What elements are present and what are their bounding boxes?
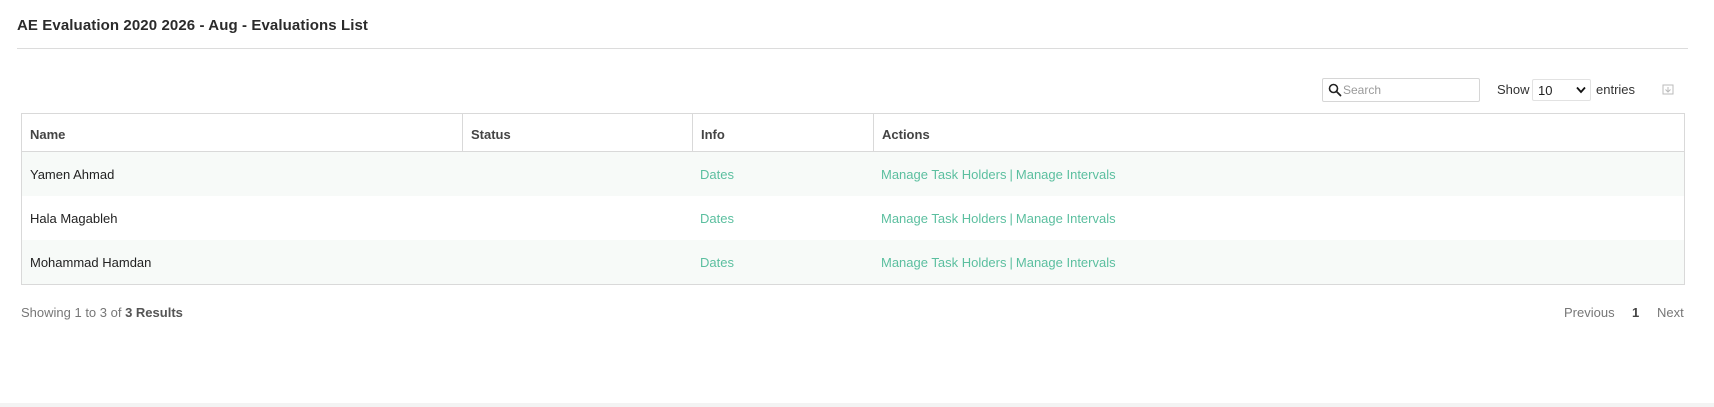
cell-status xyxy=(462,152,692,196)
evaluations-table: Name Status Info Actions Yamen Ahmad Dat… xyxy=(21,113,1685,285)
page-size-select[interactable]: 10 xyxy=(1532,79,1591,101)
search-box[interactable] xyxy=(1322,78,1480,102)
results-count: 3 Results xyxy=(125,305,183,320)
cell-name: Hala Magableh xyxy=(30,211,118,226)
dates-link[interactable]: Dates xyxy=(700,211,734,226)
action-separator: | xyxy=(1009,255,1013,270)
table-header: Name Status Info Actions xyxy=(22,114,1684,152)
pagination-previous[interactable]: Previous xyxy=(1564,305,1615,320)
column-header-status[interactable]: Status xyxy=(462,114,692,151)
cell-name: Mohammad Hamdan xyxy=(30,255,152,270)
manage-intervals-link[interactable]: Manage Intervals xyxy=(1016,211,1116,226)
results-summary-prefix: Showing 1 to 3 of xyxy=(21,305,126,320)
show-label: Show xyxy=(1497,82,1530,97)
page-title: AE Evaluation 2020 2026 - Aug - Evaluati… xyxy=(17,17,369,34)
cell-status xyxy=(462,240,692,284)
action-separator: | xyxy=(1009,211,1013,226)
table-row: Yamen Ahmad Dates Manage Task Holders | Ma… xyxy=(22,152,1684,196)
table-row: Mohammad Hamdan Dates Manage Task Holder… xyxy=(22,240,1684,284)
table-toolbar: Show 10 entries xyxy=(0,78,1714,105)
action-separator: | xyxy=(1009,167,1013,182)
column-header-actions[interactable]: Actions xyxy=(873,114,1684,151)
manage-intervals-link[interactable]: Manage Intervals xyxy=(1016,255,1116,270)
bottom-strip xyxy=(0,403,1714,407)
dates-link[interactable]: Dates xyxy=(700,255,734,270)
table-row: Hala Magableh Dates Manage Task Holders |… xyxy=(22,196,1684,240)
cell-status xyxy=(462,196,692,240)
search-input[interactable] xyxy=(1342,80,1477,100)
manage-task-holders-link[interactable]: Manage Task Holders xyxy=(881,167,1007,182)
results-summary: Showing 1 to 3 of 3 Results xyxy=(21,305,183,320)
cell-name: Yamen Ahmad xyxy=(30,167,115,182)
column-header-name[interactable]: Name xyxy=(22,114,462,151)
entries-label: entries xyxy=(1596,82,1636,97)
manage-task-holders-link[interactable]: Manage Task Holders xyxy=(881,255,1007,270)
manage-task-holders-link[interactable]: Manage Task Holders xyxy=(881,211,1007,226)
dates-link[interactable]: Dates xyxy=(700,167,734,182)
pagination-next[interactable]: Next xyxy=(1657,305,1684,320)
title-divider xyxy=(17,48,1688,49)
chevron-down-icon xyxy=(1576,86,1586,94)
column-header-info[interactable]: Info xyxy=(692,114,873,151)
search-icon xyxy=(1328,83,1342,97)
page-size-value: 10 xyxy=(1538,83,1553,98)
manage-intervals-link[interactable]: Manage Intervals xyxy=(1016,167,1116,182)
pagination-page-1[interactable]: 1 xyxy=(1632,305,1639,320)
export-icon[interactable] xyxy=(1662,83,1674,95)
